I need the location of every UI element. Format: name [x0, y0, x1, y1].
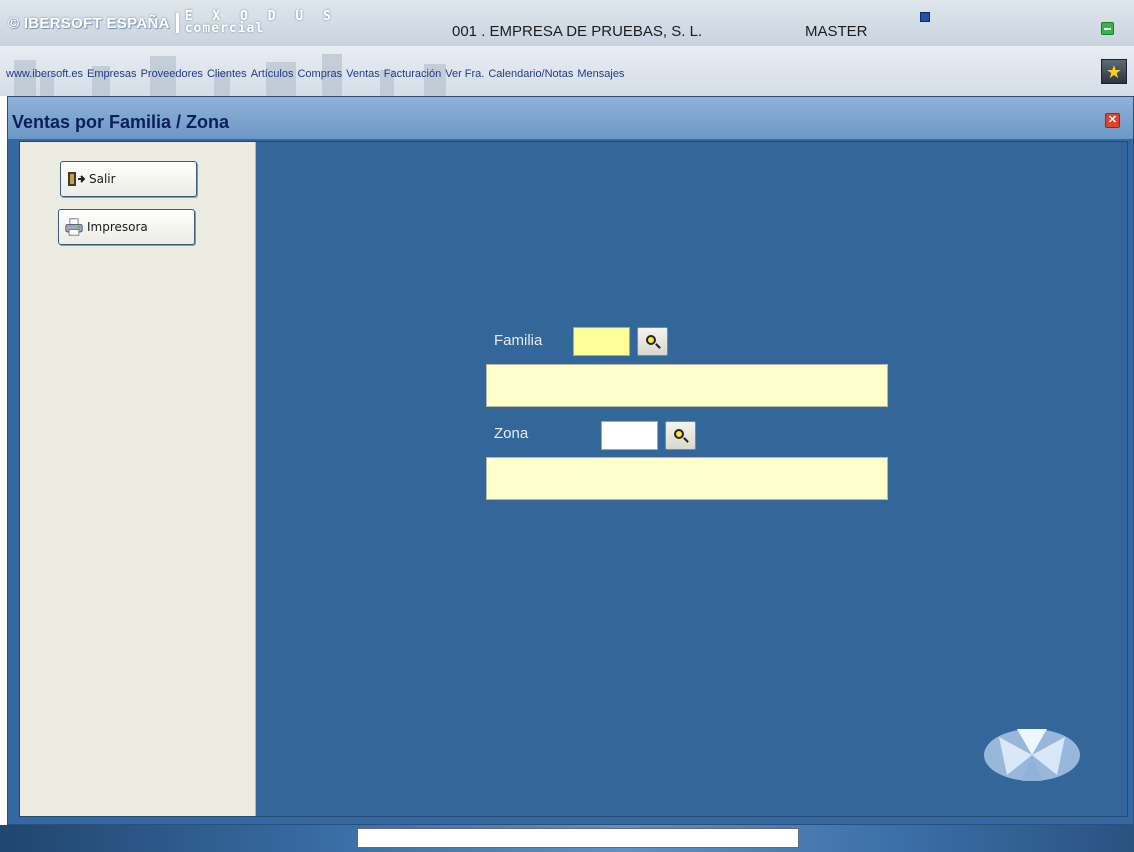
- magnifier-icon: [673, 428, 684, 439]
- menu-item-ver-fra[interactable]: Ver Fra.: [445, 68, 484, 80]
- close-button[interactable]: ✕: [1105, 113, 1120, 128]
- door-exit-icon: [67, 170, 85, 188]
- window-body: Salir Impresora Familia Zona: [19, 141, 1128, 817]
- menu-item-facturacion[interactable]: Facturación: [384, 68, 441, 80]
- window-titlebar: Ventas por Familia / Zona ✕: [8, 97, 1133, 139]
- minimize-icon: [1104, 27, 1111, 30]
- printer-icon: [65, 218, 83, 236]
- menu-item-proveedores[interactable]: Proveedores: [141, 68, 203, 80]
- app-header: © IBERSOFT ESPAÑA E X O D U S comercial …: [0, 0, 1134, 46]
- minimize-button[interactable]: [1101, 22, 1114, 35]
- exit-button[interactable]: Salir: [60, 161, 197, 197]
- menu-item-articulos[interactable]: Artículos: [251, 68, 294, 80]
- product-name: E X O D U S comercial: [184, 10, 337, 36]
- exit-button-label: Salir: [89, 172, 116, 186]
- zona-lookup-button[interactable]: [665, 421, 696, 450]
- menu-item-ventas[interactable]: Ventas: [346, 68, 380, 80]
- menu-item-empresas[interactable]: Empresas: [87, 68, 137, 80]
- printer-button[interactable]: Impresora: [58, 209, 195, 245]
- menu-item-website[interactable]: www.ibersoft.es: [6, 68, 83, 80]
- zona-description-field[interactable]: [486, 457, 888, 500]
- menu-links: www.ibersoft.es Empresas Proveedores Cli…: [6, 68, 624, 80]
- user-name: MASTER: [805, 23, 868, 40]
- familia-lookup-button[interactable]: [637, 327, 668, 356]
- window-title: Ventas por Familia / Zona: [12, 112, 230, 132]
- printer-button-label: Impresora: [87, 220, 148, 234]
- familia-label: Familia: [494, 332, 543, 349]
- company-name: 001 . EMPRESA DE PRUEBAS, S. L.: [452, 23, 703, 40]
- menu-item-calendario-notas[interactable]: Calendario/Notas: [488, 68, 573, 80]
- user-icon[interactable]: [920, 12, 930, 22]
- star-icon: ★: [1105, 61, 1123, 82]
- magnifier-icon: [645, 334, 656, 345]
- zona-code-input[interactable]: [601, 421, 658, 450]
- main-menu-bar: www.ibersoft.es Empresas Proveedores Cli…: [0, 46, 1134, 96]
- brand-name: © IBERSOFT ESPAÑA: [8, 14, 170, 32]
- taskbar: [0, 825, 1134, 852]
- favorites-button[interactable]: ★: [1101, 59, 1127, 84]
- report-window: Ventas por Familia / Zona ✕ Salir Impres…: [7, 96, 1134, 825]
- zona-label: Zona: [494, 425, 529, 442]
- toolbar-panel: Salir Impresora: [20, 142, 256, 816]
- status-field[interactable]: [357, 828, 799, 848]
- product-name-line2: comercial: [184, 21, 265, 36]
- close-icon: ✕: [1107, 114, 1118, 126]
- brand-separator: [175, 13, 179, 33]
- exodus-logo-icon: [984, 729, 1080, 781]
- familia-code-input[interactable]: [573, 327, 630, 356]
- menu-item-mensajes[interactable]: Mensajes: [577, 68, 624, 80]
- menu-item-compras[interactable]: Compras: [297, 68, 342, 80]
- menu-item-clientes[interactable]: Clientes: [207, 68, 247, 80]
- brand-logo: © IBERSOFT ESPAÑA E X O D U S comercial: [8, 10, 337, 36]
- familia-description-field[interactable]: [486, 364, 888, 407]
